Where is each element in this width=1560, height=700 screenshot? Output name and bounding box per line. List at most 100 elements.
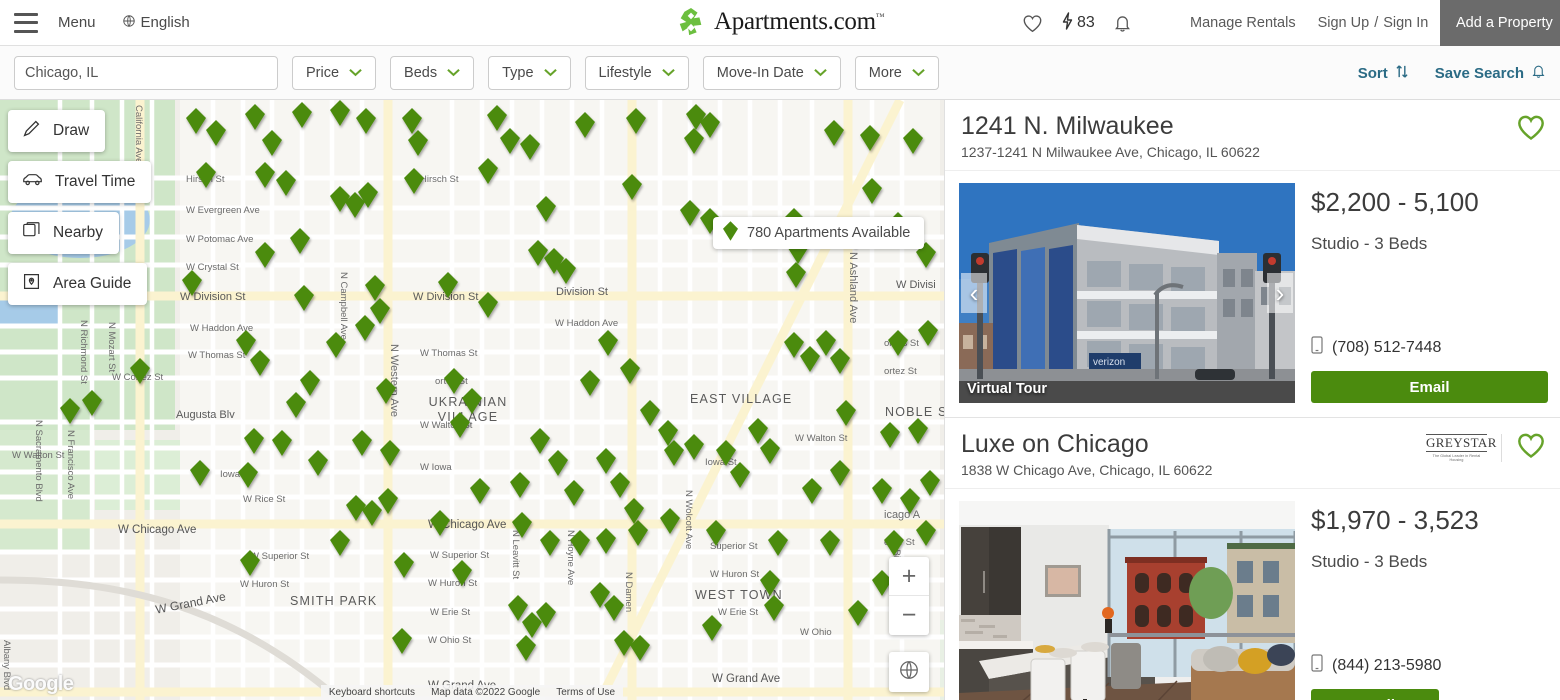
layers-square-icon <box>22 221 41 245</box>
neighborhood-label: SMITH PARK <box>290 594 378 608</box>
renter-score-indicator[interactable]: 83 <box>1061 11 1095 35</box>
globe-icon <box>898 659 920 686</box>
street-label: W Cortez St <box>112 372 164 383</box>
language-label: English <box>140 14 190 31</box>
filter-chip-label: Move-In Date <box>716 64 804 81</box>
map-tool-travel-time[interactable]: Travel Time <box>8 161 152 203</box>
street-label: Iowa St <box>705 457 737 468</box>
menu-button[interactable]: Menu <box>58 14 96 31</box>
filter-chip-more[interactable]: More <box>854 55 939 90</box>
listing-phone[interactable]: (708) 512-7448 <box>1311 336 1548 359</box>
zoom-out-button[interactable]: − <box>889 596 929 635</box>
email-button[interactable]: Email <box>1311 689 1439 700</box>
chevron-down-icon <box>912 65 925 81</box>
listings-panel[interactable]: 1241 N. Milwaukee 1237-1241 N Milwaukee … <box>944 100 1560 700</box>
chevron-down-icon <box>349 65 362 81</box>
street-label: W Thomas St <box>188 350 246 361</box>
listing-title[interactable]: Luxe on Chicago <box>961 430 1212 458</box>
street-label: N Mozart St <box>106 322 117 373</box>
street-label: Hirsch St <box>420 174 459 185</box>
chevron-right-icon: › <box>1275 277 1285 308</box>
street-label: Iowa St <box>220 469 252 480</box>
map-canvas[interactable]: Hirsch St Hirsch St W Evergreen Ave W Po… <box>0 100 944 700</box>
listing-address: 1237-1241 N Milwaukee Ave, Chicago, IL 6… <box>961 144 1260 160</box>
bell-icon <box>1531 63 1546 83</box>
map-tool-area-guide[interactable]: Area Guide <box>8 263 148 305</box>
listing-photo[interactable] <box>959 501 1295 700</box>
building-exterior-photo: verizon <box>959 183 1295 403</box>
header-icon-group: 83 <box>1022 0 1132 46</box>
virtual-tour-label[interactable]: Virtual Tour <box>967 381 1047 397</box>
save-search-label: Save Search <box>1434 64 1524 82</box>
listing-title[interactable]: 1241 N. Milwaukee <box>961 112 1260 140</box>
street-label: W Superior St <box>250 551 310 562</box>
brand-trademark: ™ <box>875 11 885 22</box>
keyboard-shortcuts-link[interactable]: Keyboard shortcuts <box>320 684 424 700</box>
manage-rentals-link[interactable]: Manage Rentals <box>1190 15 1296 31</box>
mobile-phone-icon <box>1311 336 1323 359</box>
map-type-globe-button[interactable] <box>889 652 929 692</box>
zoom-in-button[interactable]: + <box>889 557 929 596</box>
map-attribution-bar: Keyboard shortcuts Map data ©2022 Google… <box>0 684 944 700</box>
google-logo[interactable]: Google <box>8 673 74 696</box>
add-property-button[interactable]: Add a Property <box>1440 0 1560 46</box>
lightning-bolt-icon <box>1061 11 1074 35</box>
listing-phone[interactable]: (844) 213-5980 <box>1311 654 1544 677</box>
svg-text:verizon: verizon <box>1093 357 1125 368</box>
filter-chip-type[interactable]: Type <box>488 55 571 90</box>
listing-card[interactable]: 1241 N. Milwaukee 1237-1241 N Milwaukee … <box>945 100 1560 418</box>
bell-icon[interactable] <box>1113 13 1132 33</box>
street-label: W Haddon Ave <box>555 318 619 329</box>
street-label: W Ohio St <box>428 635 472 646</box>
filter-bar-actions: Sort Save Search <box>1358 46 1546 100</box>
listing-body: $1,970 - 3,523 Studio - 3 Beds (844) 213… <box>945 489 1560 700</box>
save-search-button[interactable]: Save Search <box>1435 63 1546 83</box>
street-label: Hirsch St <box>186 174 225 185</box>
filter-chip-label: Price <box>306 64 340 81</box>
map-tool-draw[interactable]: Draw <box>8 110 106 152</box>
filter-chip-beds[interactable]: Beds <box>390 55 475 90</box>
chevron-down-icon <box>661 65 675 81</box>
carousel-next-button[interactable]: › <box>1267 273 1293 313</box>
street-label: N Sacramento Blvd <box>33 420 44 502</box>
street-label: N Damen <box>623 572 634 613</box>
street-label: W Huron St <box>710 569 760 580</box>
hamburger-menu-icon[interactable] <box>14 12 40 33</box>
street-label: W Division St <box>413 291 479 303</box>
language-selector[interactable]: English <box>122 14 190 32</box>
carousel-prev-button[interactable]: ‹ <box>961 273 987 313</box>
sign-up-link[interactable]: Sign Up <box>1318 15 1370 31</box>
map-tool-label: Travel Time <box>55 173 136 190</box>
site-logo[interactable]: Apartments.com™ <box>676 7 885 37</box>
heart-outline-icon[interactable] <box>1516 432 1546 464</box>
top-header: Menu English Apartments.com™ 83 Manage R… <box>0 0 1560 46</box>
heart-outline-icon[interactable] <box>1022 14 1043 33</box>
filter-chip-move-in-date[interactable]: Move-In Date <box>702 55 841 90</box>
filter-chip-lifestyle[interactable]: Lifestyle <box>584 55 689 90</box>
sort-button[interactable]: Sort <box>1358 64 1409 83</box>
heart-outline-icon[interactable] <box>1516 114 1546 146</box>
filter-chip-price[interactable]: Price <box>292 55 377 90</box>
street-label: N Campbell Ave <box>338 272 349 340</box>
mobile-phone-icon <box>1311 654 1323 677</box>
street-label: W Huron St <box>240 579 290 590</box>
listing-header: 1241 N. Milwaukee 1237-1241 N Milwaukee … <box>945 100 1560 171</box>
sort-label: Sort <box>1357 64 1388 82</box>
street-label: W Walton St <box>795 433 848 444</box>
street-label: W Thomas St <box>420 348 478 359</box>
listing-card[interactable]: Luxe on Chicago 1838 W Chicago Ave, Chic… <box>945 418 1560 700</box>
terms-of-use-link[interactable]: Terms of Use <box>548 684 624 700</box>
brand-logo-tagline: The Global Leader in Rental Housing <box>1432 453 1481 462</box>
street-label: N Wolcott Ave <box>683 490 694 550</box>
search-input[interactable] <box>14 55 278 90</box>
street-label: omas St <box>884 338 919 349</box>
listing-beds: Studio - 3 Beds <box>1311 234 1428 253</box>
listing-photo[interactable]: verizon ‹ › Virtual Tour <box>959 183 1295 403</box>
filter-chip-label: Type <box>502 64 534 81</box>
street-label: N Ashland Ave <box>847 252 859 324</box>
neighborhood-label: NOBLE S <box>885 405 944 419</box>
sign-in-link[interactable]: Sign In <box>1383 15 1428 31</box>
street-label: ortez St <box>435 376 468 387</box>
map-tool-nearby[interactable]: Nearby <box>8 212 119 254</box>
email-button[interactable]: Email <box>1311 371 1548 403</box>
